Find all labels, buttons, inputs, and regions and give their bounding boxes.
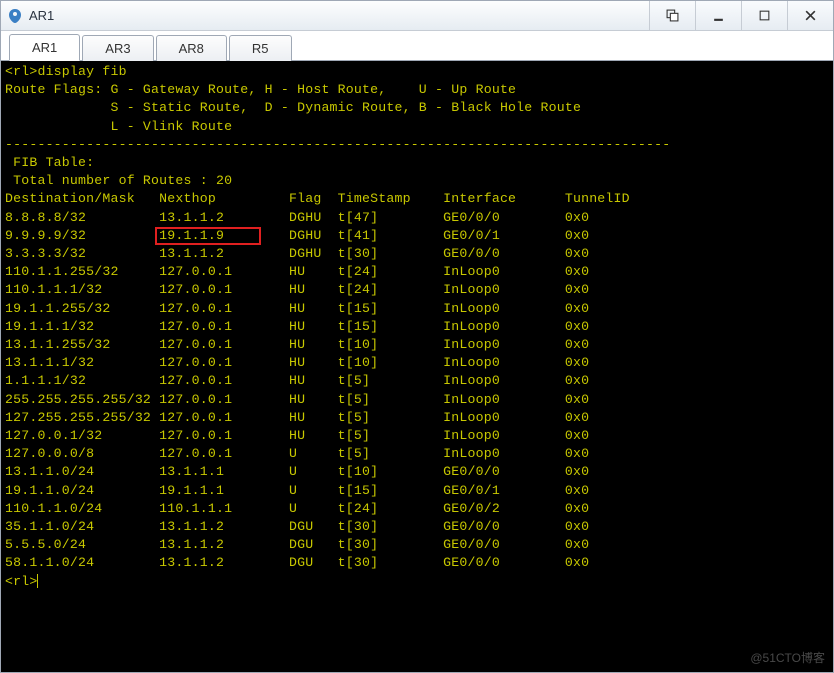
terminal-line: Destination/Mask Nexthop Flag TimeStamp … [5,190,829,208]
terminal-line: 58.1.1.0/24 13.1.1.2 DGU t[30] GE0/0/0 0… [5,554,829,572]
terminal-line: L - Vlink Route [5,118,829,136]
tab-ar8[interactable]: AR8 [156,35,227,61]
terminal-line: 13.1.1.255/32 127.0.0.1 HU t[10] InLoop0… [5,336,829,354]
app-icon [7,8,23,24]
terminal-line: 3.3.3.3/32 13.1.1.2 DGHU t[30] GE0/0/0 0… [5,245,829,263]
terminal-line: 5.5.5.0/24 13.1.1.2 DGU t[30] GE0/0/0 0x… [5,536,829,554]
minimize-button[interactable] [695,1,741,30]
terminal-line: <rl> [5,573,829,591]
popout-button[interactable] [649,1,695,30]
terminal-line: 13.1.1.0/24 13.1.1.1 U t[10] GE0/0/0 0x0 [5,463,829,481]
terminal-line: 35.1.1.0/24 13.1.1.2 DGU t[30] GE0/0/0 0… [5,518,829,536]
terminal-line: 19.1.1.255/32 127.0.0.1 HU t[15] InLoop0… [5,300,829,318]
terminal-line: 8.8.8.8/32 13.1.1.2 DGHU t[47] GE0/0/0 0… [5,209,829,227]
terminal-line: Route Flags: G - Gateway Route, H - Host… [5,81,829,99]
terminal-line: 255.255.255.255/32 127.0.0.1 HU t[5] InL… [5,391,829,409]
terminal-line: 9.9.9.9/32 19.1.1.9 DGHU t[41] GE0/0/1 0… [5,227,829,245]
terminal-line: 110.1.1.0/24 110.1.1.1 U t[24] GE0/0/2 0… [5,500,829,518]
terminal-line: 127.0.0.1/32 127.0.0.1 HU t[5] InLoop0 0… [5,427,829,445]
tab-r5[interactable]: R5 [229,35,292,61]
terminal-line: 13.1.1.1/32 127.0.0.1 HU t[10] InLoop0 0… [5,354,829,372]
window-title: AR1 [29,8,649,23]
tab-bar: AR1AR3AR8R5 [1,31,833,61]
terminal-area[interactable]: <rl>display fibRoute Flags: G - Gateway … [1,61,833,672]
watermark: @51CTO博客 [750,649,825,666]
terminal-line: 110.1.1.1/32 127.0.0.1 HU t[24] InLoop0 … [5,281,829,299]
terminal-line: <rl>display fib [5,63,829,81]
terminal-line: 1.1.1.1/32 127.0.0.1 HU t[5] InLoop0 0x0 [5,372,829,390]
terminal-line: 19.1.1.1/32 127.0.0.1 HU t[15] InLoop0 0… [5,318,829,336]
terminal-line: Total number of Routes : 20 [5,172,829,190]
terminal-line: 19.1.1.0/24 19.1.1.1 U t[15] GE0/0/1 0x0 [5,482,829,500]
app-window: AR1 AR1AR3AR8R5 <rl>display fibRoute Fla… [0,0,834,673]
window-controls [649,1,833,30]
maximize-button[interactable] [741,1,787,30]
titlebar: AR1 [1,1,833,31]
terminal-line: 127.0.0.0/8 127.0.0.1 U t[5] InLoop0 0x0 [5,445,829,463]
close-button[interactable] [787,1,833,30]
terminal-line: 127.255.255.255/32 127.0.0.1 HU t[5] InL… [5,409,829,427]
terminal-line: FIB Table: [5,154,829,172]
tab-ar1[interactable]: AR1 [9,34,80,61]
terminal-line: S - Static Route, D - Dynamic Route, B -… [5,99,829,117]
tab-ar3[interactable]: AR3 [82,35,153,61]
terminal-line: 110.1.1.255/32 127.0.0.1 HU t[24] InLoop… [5,263,829,281]
terminal-line: ----------------------------------------… [5,136,829,154]
terminal-content: <rl>display fibRoute Flags: G - Gateway … [5,63,829,591]
